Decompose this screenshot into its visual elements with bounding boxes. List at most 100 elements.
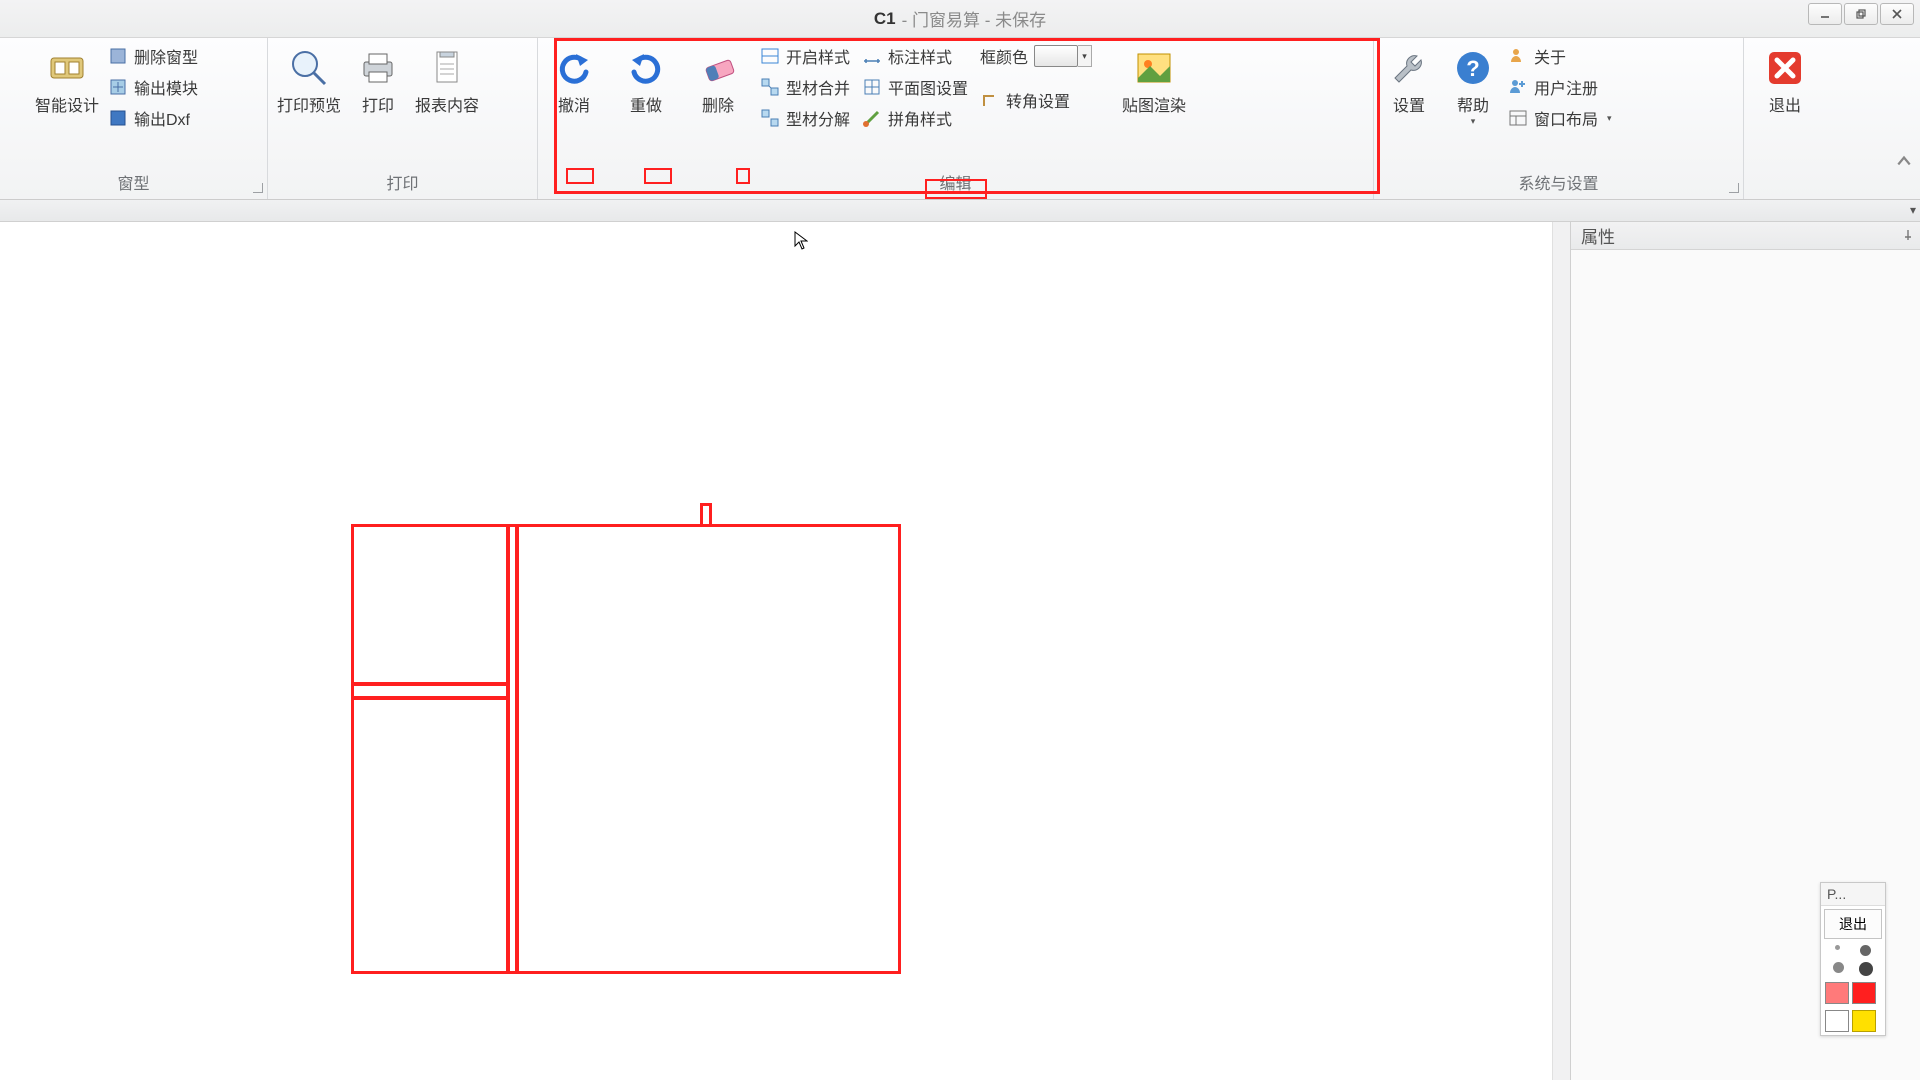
profile-merge-icon bbox=[760, 77, 780, 97]
sys-list: 关于 用户注册 窗口布局 ▾ bbox=[1508, 42, 1612, 130]
floater-color-row-2 bbox=[1821, 1007, 1885, 1035]
corner-settings-label: 转角设置 bbox=[1006, 88, 1070, 112]
window-layout-button[interactable]: 窗口布局 ▾ bbox=[1508, 106, 1612, 130]
swatch-white[interactable] bbox=[1825, 1010, 1849, 1032]
undo-button[interactable]: 撤消 bbox=[544, 42, 604, 116]
output-module-button[interactable]: 输出模块 bbox=[108, 75, 198, 99]
drawing-vert-mullion-1 bbox=[506, 524, 510, 974]
group-window-label: 窗型 bbox=[0, 167, 267, 197]
eraser-icon bbox=[696, 46, 740, 90]
ribbon-collapse-button[interactable] bbox=[1896, 153, 1912, 169]
layout-dropdown-icon[interactable]: ▾ bbox=[1607, 113, 1612, 124]
settings-label: 设置 bbox=[1393, 92, 1425, 116]
title-doc-name: C1 bbox=[874, 9, 896, 29]
undo-icon bbox=[552, 46, 596, 90]
profile-split-button[interactable]: 型材分解 bbox=[760, 106, 850, 130]
restore-button[interactable] bbox=[1844, 3, 1878, 25]
group-print-label: 打印 bbox=[268, 167, 537, 197]
cursor-pointer-icon bbox=[794, 231, 808, 251]
help-button[interactable]: ? 帮助 ▾ bbox=[1444, 42, 1502, 127]
window-layout-label: 窗口布局 bbox=[1534, 106, 1598, 130]
help-icon: ? bbox=[1451, 46, 1495, 90]
open-style-button[interactable]: 开启样式 bbox=[760, 44, 850, 68]
frame-color-row: 框颜色 ▾ bbox=[980, 44, 1092, 68]
texture-render-button[interactable]: 贴图渲染 bbox=[1112, 42, 1196, 116]
frame-color-swatch[interactable] bbox=[1034, 45, 1078, 67]
about-button[interactable]: 关于 bbox=[1508, 44, 1612, 68]
sys-group-launcher-icon[interactable] bbox=[1729, 183, 1739, 193]
dot-dark-icon[interactable] bbox=[1859, 962, 1873, 976]
drawing-horiz-transom-2 bbox=[354, 696, 510, 700]
plan-settings-button[interactable]: 平面图设置 bbox=[862, 75, 968, 99]
annotation-icon bbox=[862, 46, 882, 66]
print-label: 打印 bbox=[362, 92, 394, 116]
print-button[interactable]: 打印 bbox=[350, 42, 406, 116]
drawing-horiz-transom-1 bbox=[354, 682, 510, 686]
redo-button[interactable]: 重做 bbox=[616, 42, 676, 116]
title-app-state: - 门窗易算 - 未保存 bbox=[902, 6, 1047, 31]
output-dxf-button[interactable]: 输出Dxf bbox=[108, 106, 198, 130]
help-label: 帮助 bbox=[1457, 92, 1489, 116]
dot-gray-icon[interactable] bbox=[1833, 962, 1844, 973]
splice-style-label: 拼角样式 bbox=[888, 106, 952, 130]
smart-design-button[interactable]: 智能设计 bbox=[32, 42, 102, 116]
corner-settings-button[interactable]: 转角设置 bbox=[980, 88, 1092, 112]
close-button[interactable] bbox=[1880, 3, 1914, 25]
ribbon-group-print: 打印预览 打印 报表内容 打印 bbox=[268, 38, 538, 199]
frame-color-dropdown[interactable]: ▾ bbox=[1078, 45, 1092, 67]
floater-color-row-1 bbox=[1821, 979, 1885, 1007]
register-icon bbox=[1508, 77, 1528, 97]
help-dropdown-icon[interactable]: ▾ bbox=[1471, 116, 1476, 127]
print-preview-button[interactable]: 打印预览 bbox=[274, 42, 344, 116]
report-icon bbox=[425, 46, 469, 90]
floater-dots-row-1 bbox=[1821, 942, 1885, 959]
register-button[interactable]: 用户注册 bbox=[1508, 75, 1612, 99]
properties-title-bar: 属性 bbox=[1571, 222, 1920, 250]
undo-label: 撤消 bbox=[558, 92, 590, 116]
delete-button[interactable]: 删除 bbox=[688, 42, 748, 116]
exit-label: 退出 bbox=[1769, 92, 1801, 116]
open-style-label: 开启样式 bbox=[786, 44, 850, 68]
canvas[interactable] bbox=[0, 222, 1552, 1080]
report-content-label: 报表内容 bbox=[415, 92, 479, 116]
settings-button[interactable]: 设置 bbox=[1380, 42, 1438, 116]
drawing-handle bbox=[700, 503, 712, 527]
annotation-list: 标注样式 平面图设置 拼角样式 bbox=[862, 42, 968, 130]
plan-settings-label: 平面图设置 bbox=[888, 75, 968, 99]
cutoff-button[interactable] bbox=[6, 42, 26, 46]
group-launcher-icon[interactable] bbox=[253, 183, 263, 193]
group-edit-label: 编辑 bbox=[538, 167, 1373, 197]
drawing-vert-mullion-2 bbox=[515, 524, 519, 974]
frame-color-label: 框颜色 bbox=[980, 44, 1028, 68]
annotation-style-button[interactable]: 标注样式 bbox=[862, 44, 968, 68]
ribbon-group-window: 智能设计 删除窗型 输出模块 输出Dxf 窗型 bbox=[0, 38, 268, 199]
vertical-scrollbar[interactable] bbox=[1552, 222, 1570, 1080]
doc-tab-dropdown[interactable]: ▾ bbox=[1910, 203, 1916, 217]
floater-exit-button[interactable]: 退出 bbox=[1824, 909, 1882, 939]
texture-icon bbox=[1132, 46, 1176, 90]
output-module-icon bbox=[108, 77, 128, 97]
minimize-button[interactable] bbox=[1808, 3, 1842, 25]
ribbon: 智能设计 删除窗型 输出模块 输出Dxf 窗型 bbox=[0, 38, 1920, 200]
profile-split-icon bbox=[760, 108, 780, 128]
pin-icon[interactable] bbox=[1902, 229, 1914, 241]
wrench-icon bbox=[1387, 46, 1431, 90]
report-content-button[interactable]: 报表内容 bbox=[412, 42, 482, 116]
titlebar: C1 - 门窗易算 - 未保存 bbox=[0, 0, 1920, 38]
dot-large-icon[interactable] bbox=[1860, 945, 1871, 956]
chevron-up-icon bbox=[1896, 153, 1912, 169]
ribbon-group-edit: 撤消 重做 删除 开启样式 型材合并 bbox=[538, 38, 1374, 199]
swatch-red[interactable] bbox=[1852, 982, 1876, 1004]
swatch-yellow[interactable] bbox=[1852, 1010, 1876, 1032]
exit-button[interactable]: 退出 bbox=[1750, 42, 1820, 116]
properties-panel: 属性 P... 退出 bbox=[1570, 222, 1920, 1080]
splice-style-button[interactable]: 拼角样式 bbox=[862, 106, 968, 130]
dot-small-icon[interactable] bbox=[1835, 945, 1840, 950]
color-floater[interactable]: P... 退出 bbox=[1820, 882, 1886, 1036]
swatch-lightred[interactable] bbox=[1825, 982, 1849, 1004]
exit-icon bbox=[1763, 46, 1807, 90]
drawing-outer-frame bbox=[351, 524, 901, 974]
delete-window-type-button[interactable]: 删除窗型 bbox=[108, 44, 198, 68]
profile-merge-button[interactable]: 型材合并 bbox=[760, 75, 850, 99]
open-style-icon bbox=[760, 46, 780, 66]
